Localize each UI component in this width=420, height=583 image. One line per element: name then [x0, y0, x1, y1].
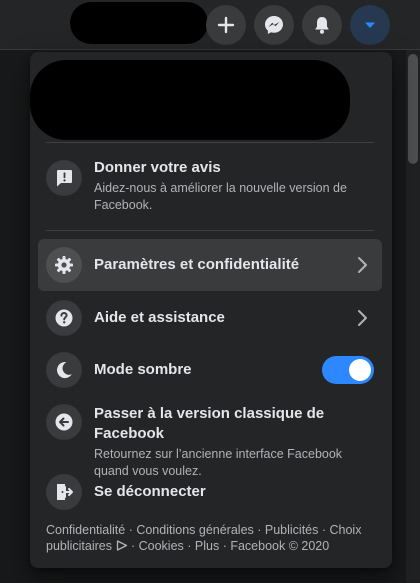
settings-title: Paramètres et confidentialité [94, 256, 300, 273]
page-scrollbar-thumb[interactable] [408, 54, 418, 164]
give-feedback-item[interactable]: Donner votre avis Aidez-nous à améliorer… [38, 150, 382, 218]
moon-icon [57, 362, 72, 379]
logout-icon-circle [46, 474, 82, 510]
footer-terms-link[interactable]: Conditions générales [136, 523, 253, 537]
plus-icon [217, 16, 235, 34]
footer-cookies-link[interactable]: Cookies [139, 539, 184, 553]
feedback-icon [57, 170, 72, 187]
bell-icon [315, 17, 329, 34]
logout-title: Se déconnecter [94, 483, 206, 500]
feedback-subtitle: Aidez-nous à améliorer la nouvelle versi… [94, 181, 347, 212]
redacted-profile-card[interactable] [30, 60, 350, 140]
settings-icon-circle [46, 247, 82, 283]
feedback-title: Donner votre avis [94, 159, 221, 176]
switch-classic-item[interactable]: Passer à la version classique de Faceboo… [38, 396, 382, 478]
help-support-item[interactable]: Aide et assistance [38, 292, 382, 344]
menu-divider [46, 142, 374, 143]
settings-privacy-item[interactable]: Paramètres et confidentialité [38, 239, 382, 291]
question-mark-icon [55, 309, 73, 327]
classic-icon-circle [46, 404, 82, 440]
footer-privacy-link[interactable]: Confidentialité [46, 523, 125, 537]
logout-door-icon [57, 484, 73, 500]
chevron-right-icon [358, 310, 367, 326]
feedback-icon-circle [46, 160, 82, 196]
footer-copyright: Facebook © 2020 [230, 539, 330, 553]
top-navigation-bar [0, 0, 420, 50]
account-dropdown-menu: Donner votre avis Aidez-nous à améliorer… [30, 52, 392, 568]
footer-more-link[interactable]: Plus [195, 539, 219, 553]
ad-choices-icon [116, 540, 127, 551]
messenger-button[interactable] [254, 5, 294, 45]
help-icon-circle [46, 300, 82, 336]
gear-icon [55, 256, 73, 274]
notifications-button[interactable] [302, 5, 342, 45]
classic-title: Passer à la version classique de Faceboo… [94, 405, 325, 442]
toggle-knob [349, 359, 371, 381]
redacted-profile-name [70, 2, 208, 44]
dark-mode-item[interactable]: Mode sombre [38, 344, 382, 396]
dark-mode-title: Mode sombre [94, 361, 192, 378]
account-menu-button[interactable] [350, 5, 390, 45]
footer-ads-link[interactable]: Publicités [265, 523, 319, 537]
arrow-left-circle-icon [55, 413, 73, 431]
help-title: Aide et assistance [94, 309, 225, 326]
logout-item[interactable]: Se déconnecter [38, 466, 382, 518]
create-button[interactable] [206, 5, 246, 45]
dark-mode-toggle[interactable] [322, 356, 374, 384]
menu-divider [46, 230, 374, 231]
caret-down-icon [365, 22, 375, 28]
dark-mode-icon-circle [46, 352, 82, 388]
footer-links: Confidentialité · Conditions générales ·… [46, 523, 362, 553]
chevron-right-icon [358, 257, 367, 273]
messenger-icon [265, 16, 283, 34]
